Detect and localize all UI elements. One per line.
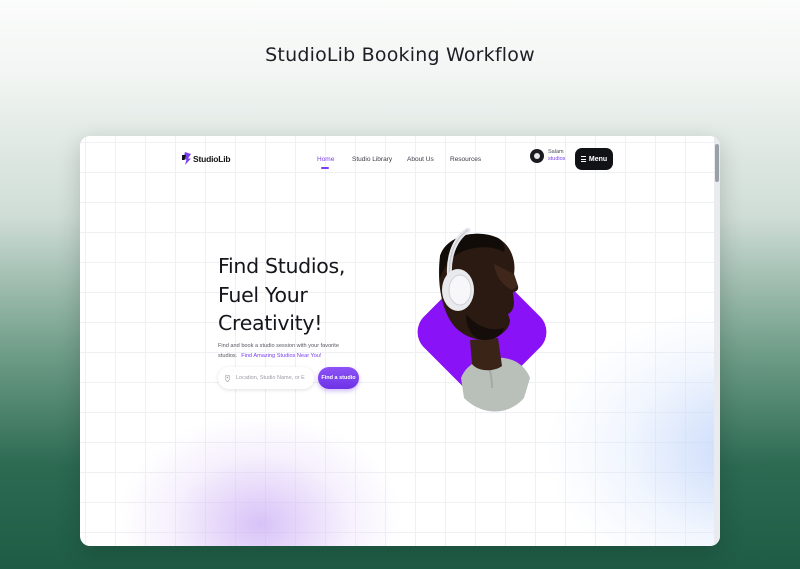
scrollbar-thumb[interactable]: [715, 144, 719, 182]
menu-label: Menu: [588, 155, 608, 163]
hero-subtitle: Find and book a studio session with your…: [218, 341, 368, 361]
location-pin-icon: [225, 374, 230, 382]
nav-active-indicator: [321, 167, 329, 169]
blue-glow: [550, 306, 720, 546]
find-studios-link[interactable]: Find Amazing Studios Near You!: [241, 353, 321, 359]
hero-title-line: Fuel Your: [218, 282, 308, 307]
logo-icon: [182, 152, 191, 165]
user-name: Salam: [548, 149, 564, 155]
scrollbar[interactable]: [714, 136, 720, 546]
nav-link-resources[interactable]: Resources: [450, 156, 481, 163]
hero-title-line: Creativity!: [218, 311, 323, 335]
avatar: [530, 149, 544, 163]
find-studio-button[interactable]: Find a studio: [318, 367, 359, 389]
nav-link-home[interactable]: Home: [317, 156, 334, 163]
nav-link-about-us[interactable]: About Us: [407, 156, 434, 163]
hamburger-icon: [580, 156, 586, 162]
hero-image: [417, 228, 547, 412]
user-profile[interactable]: Salam studios: [530, 149, 565, 163]
page-heading: StudioLib Booking Workflow: [265, 44, 535, 66]
search-field[interactable]: [218, 367, 314, 389]
browser-window: StudioLib Home Studio Library About Us R…: [80, 136, 720, 546]
hero-title: Find Studios, Fuel Your Creativity!: [218, 252, 428, 338]
logo-text: StudioLib: [193, 153, 231, 164]
menu-button[interactable]: Menu: [575, 148, 613, 170]
search-input[interactable]: [236, 375, 308, 381]
user-subtitle: studios: [548, 156, 566, 162]
hero-title-line: Find Studios,: [218, 254, 346, 278]
purple-glow: [120, 416, 400, 546]
logo[interactable]: StudioLib: [182, 152, 231, 165]
nav-link-studio-library[interactable]: Studio Library: [352, 156, 392, 163]
